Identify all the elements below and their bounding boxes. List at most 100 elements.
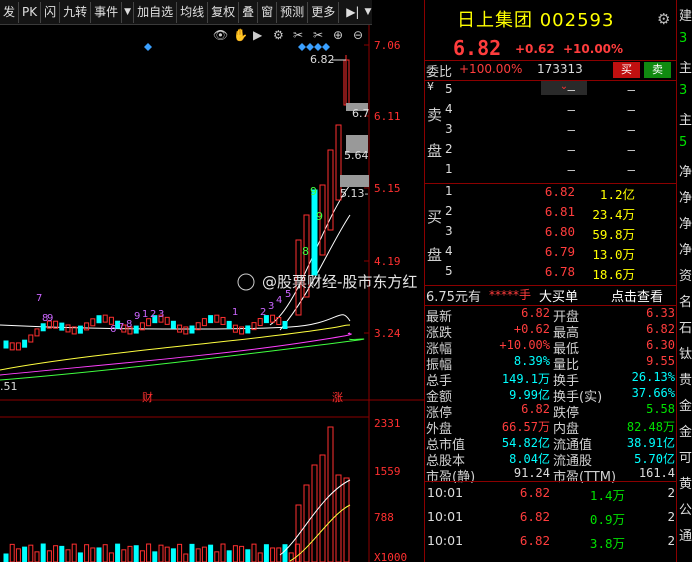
edge-char: 可 <box>679 451 692 466</box>
sequence-number: 1 <box>232 307 238 318</box>
volume-bar <box>239 545 245 562</box>
stat-value: 66.57万 <box>501 420 550 434</box>
volume-bar <box>343 477 350 562</box>
volume-bar <box>90 547 96 562</box>
low-marker: .51 <box>0 380 18 393</box>
stat-value: 8.04亿 <box>509 452 550 466</box>
watermark-text: @股票财经-股市东方红 <box>262 273 417 291</box>
volume-bar <box>133 545 139 562</box>
toolbar-item-4[interactable]: 事件 <box>91 1 123 23</box>
sell-level-5: 5 – – <box>425 82 677 102</box>
volume-bar <box>226 550 232 562</box>
last-price: 6.82 <box>453 36 502 60</box>
price-marker: 5.64 <box>344 149 369 162</box>
play-icon: ▶ <box>253 28 263 42</box>
toolbar-item-0[interactable]: 发 <box>0 1 20 23</box>
date-label: 涨 <box>332 391 343 404</box>
toolbar-item-2[interactable]: 闪 <box>41 1 61 23</box>
volume-axis-label: 2331 <box>374 417 401 430</box>
tick-price: 6.82 <box>519 533 550 548</box>
sequence-number: 2 <box>150 309 156 320</box>
side-list-edge: 建3主3主5净净净净资名石钛贵金金可黄公通 <box>676 0 692 562</box>
buy-index: 3 <box>445 224 453 238</box>
buy-volume: 18.6万 <box>592 267 635 282</box>
volume-bar <box>108 552 114 562</box>
sell-index: 2 <box>445 142 453 156</box>
sequence-number: 7 <box>36 293 42 304</box>
kline-chart[interactable]: 7.06 6.11 5.15 4.19 3.24 2331 1559 788 X1000 👁 ✋ ▶ ⚙… <box>0 25 424 562</box>
sell-volume: – <box>627 142 635 157</box>
candle <box>245 325 251 334</box>
tick-volume: 1.4万 <box>589 488 625 503</box>
buy-price: 6.82 <box>544 184 575 199</box>
toolbar-item-6[interactable]: 加自选 <box>134 1 178 23</box>
big-order-price: 6.75元有 <box>426 290 481 305</box>
more-dropdown-icon[interactable]: ▼ <box>362 2 373 23</box>
toolbar-item-3[interactable]: 九转 <box>60 1 92 23</box>
price-marker: 5.13- <box>340 187 368 200</box>
sell-button[interactable]: 卖 <box>644 62 671 78</box>
candle <box>102 314 108 323</box>
toolbar-item-12[interactable]: 更多 <box>308 1 340 23</box>
toolbar-item-5[interactable]: ▼ <box>122 1 135 23</box>
price-change-pct: +10.00% <box>563 42 624 56</box>
volume-bar <box>164 546 170 562</box>
big-order-hands: *****手 <box>489 288 532 302</box>
tick-row: 10:01 6.82 3.8万 2 <box>425 530 677 551</box>
candle <box>96 315 102 324</box>
gear-icon[interactable]: ⚙ <box>657 10 670 28</box>
volume-bar <box>245 549 251 562</box>
volume-bar <box>177 543 183 562</box>
edge-char: 3 <box>679 31 688 46</box>
stock-title: 日上集团 002593 <box>457 6 614 32</box>
sequence-number: 1 <box>142 309 148 320</box>
volume-bar <box>121 549 127 562</box>
weibo-icon <box>237 273 255 291</box>
sequence-number: 9 <box>134 311 140 322</box>
volume-bar <box>102 544 108 562</box>
kline-svg: 7.066.115.154.193.2423311559788X1000👁 ✋ ▶ ⚙… <box>0 25 424 562</box>
tick-volume: 0.9万 <box>589 512 625 527</box>
edge-char: 名 <box>679 295 692 310</box>
volume-bar <box>158 544 164 562</box>
stat-value: 6.82 <box>646 322 675 336</box>
stat-value: 5.58 <box>646 402 675 416</box>
edge-char: 5 <box>679 135 688 150</box>
sequence-number-green: 8 <box>302 245 309 258</box>
stat-value: 149.1万 <box>501 372 550 386</box>
big-order-banner[interactable]: 6.75元有 *****手 大买单 点击查看 <box>425 286 677 306</box>
toolbar-item-7[interactable]: 均线 <box>177 1 209 23</box>
big-order-label: 大买单 <box>539 290 579 305</box>
volume-bar <box>319 454 326 562</box>
volume-bar <box>59 545 65 562</box>
volume-bar <box>270 547 276 562</box>
toolbar-item-11[interactable]: 预测 <box>277 1 309 23</box>
stat-row: 总股本 8.04亿 流通股 5.70亿 <box>425 450 677 469</box>
toolbar-item-9[interactable]: 叠 <box>239 1 259 23</box>
candle <box>311 189 318 276</box>
buy-index: 1 <box>445 184 453 198</box>
sell-index: 1 <box>445 162 453 176</box>
stat-value: 9.55 <box>646 354 675 368</box>
toolbar-item-1[interactable]: PK <box>19 1 42 23</box>
next-arrow-icon[interactable]: ▶| <box>343 2 362 23</box>
candle <box>164 316 170 325</box>
toolbar-item-10[interactable]: 窗 <box>258 1 278 23</box>
sequence-number: 4 <box>276 295 282 306</box>
high-marker: 6.82 <box>310 53 335 66</box>
candle <box>15 342 21 351</box>
candle <box>214 314 220 323</box>
volume-bar <box>34 551 40 562</box>
buy-level-1: 1 6.82 1.2亿 <box>425 184 677 204</box>
toolbar-item-8[interactable]: 复权 <box>208 1 240 23</box>
volume-axis-label: X1000 <box>374 551 407 562</box>
candle <box>9 342 15 351</box>
stat-value: 9.99亿 <box>509 388 550 402</box>
candle <box>3 340 9 349</box>
stat-row: 涨跌 +0.62 最高 6.82 <box>425 322 677 341</box>
candle <box>28 334 34 343</box>
volume-bar <box>146 543 152 562</box>
view-link[interactable]: 点击查看 <box>611 286 663 305</box>
buy-button[interactable]: 买 <box>613 62 640 78</box>
stat-value: 161.4 <box>638 466 675 480</box>
